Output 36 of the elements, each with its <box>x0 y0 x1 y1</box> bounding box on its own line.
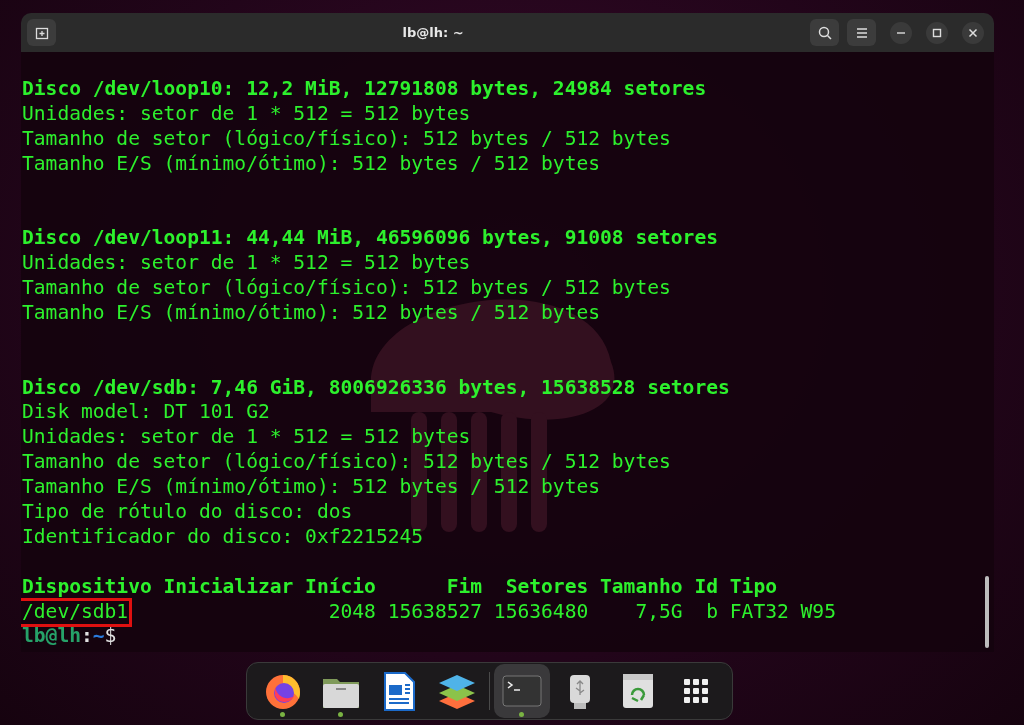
terminal-line: Disco /dev/loop11: 44,44 MiB, 46596096 bytes, 91008 setores <box>22 226 718 252</box>
terminal-line: Tamanho de setor (lógico/físico): 512 bytes / 512 bytes <box>22 276 671 301</box>
prompt-user: lb@lh <box>22 624 81 650</box>
prompt-symbol: $ <box>104 624 117 650</box>
maximize-icon <box>932 27 942 38</box>
new-tab-icon <box>34 25 49 40</box>
terminal-line: Tamanho E/S (mínimo/ótimo): 512 bytes / 512 bytes <box>22 151 601 177</box>
terminal-line: Tamanho E/S (mínimo/ótimo): 512 bytes / 512 bytes <box>22 300 601 326</box>
new-tab-button[interactable] <box>27 19 56 46</box>
terminal-line: Tamanho de setor (lógico/físico): 512 bytes / 512 bytes <box>22 126 671 152</box>
scrollbar[interactable] <box>985 576 989 648</box>
terminal-line: Tamanho E/S (mínimo/ótimo): 512 bytes / 512 bytes <box>22 475 601 501</box>
terminal-line: Disco /dev/loop10: 12,2 MiB, 12791808 bytes, 24984 setores <box>22 76 707 102</box>
prompt-separator: : <box>81 624 93 650</box>
terminal-line: Unidades: setor de 1 * 512 = 512 bytes <box>22 425 471 451</box>
search-icon <box>817 25 832 40</box>
terminal-line: Tamanho de setor (lógico/físico): 512 bytes / 512 bytes <box>22 450 671 476</box>
terminal-line: Identificador do disco: 0xf2215245 <box>22 524 424 550</box>
terminal-line: Tipo de rótulo do disco: dos <box>22 500 353 525</box>
minimize-icon <box>897 31 905 34</box>
search-button[interactable] <box>810 19 839 46</box>
menu-button[interactable] <box>847 19 876 46</box>
terminal-line: 2048 15638527 15636480 7,5G b FAT32 W95 <box>327 599 836 625</box>
terminal-line: Unidades: setor de 1 * 512 = 512 bytes <box>22 251 471 277</box>
close-icon <box>968 27 978 38</box>
terminal-line: Disco /dev/sdb: 7,46 GiB, 8006926336 bytes, 15638528 setores <box>22 375 730 401</box>
terminal-line: Unidades: setor de 1 * 512 = 512 bytes <box>22 101 471 127</box>
terminal-line: Dispositivo Inicializar Início Fim Setores Tamanho Id Tipo <box>22 574 777 600</box>
close-button[interactable] <box>962 21 984 44</box>
prompt-path: ~ <box>92 624 105 650</box>
device-name: /dev/sdb1 <box>21 599 131 625</box>
menu-icon <box>855 26 868 39</box>
maximize-button[interactable] <box>926 21 948 44</box>
minimize-button[interactable] <box>890 21 912 44</box>
window-title: lb@lh: ~ <box>401 25 465 40</box>
terminal-line: Disk model: DT 101 G2 <box>22 400 270 426</box>
